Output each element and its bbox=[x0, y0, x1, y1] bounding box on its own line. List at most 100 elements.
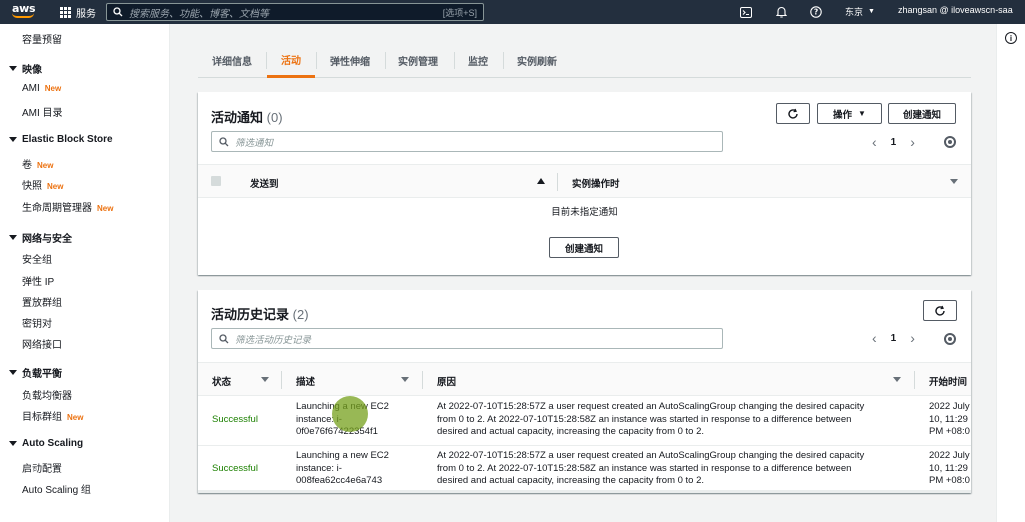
tab-automatic-scaling[interactable]: 弹性伸缩 bbox=[330, 44, 370, 76]
gear-icon[interactable] bbox=[944, 333, 956, 345]
column-header-status[interactable]: 状态 bbox=[212, 374, 231, 388]
tab-divider bbox=[503, 52, 504, 69]
sort-icon[interactable] bbox=[401, 377, 409, 382]
column-header-start-time[interactable]: 开始时间 bbox=[929, 374, 967, 388]
start-time-line: PM +08:0 bbox=[929, 475, 970, 486]
column-divider bbox=[281, 371, 282, 389]
tab-activity[interactable]: 活动 bbox=[267, 44, 315, 78]
description-line: instance: i- bbox=[296, 462, 342, 474]
start-time-line: 10, 11:29 bbox=[929, 413, 968, 425]
sidebar-item-key-pairs[interactable]: 密钥对 bbox=[22, 315, 52, 330]
chevron-left-icon[interactable]: ‹ bbox=[872, 134, 877, 150]
chevron-down-icon: ▼ bbox=[868, 8, 875, 15]
search-placeholder: 搜索服务、功能、博客、文档等 bbox=[129, 8, 269, 20]
sort-icon[interactable] bbox=[261, 377, 269, 382]
help-button[interactable]: ? bbox=[809, 5, 823, 19]
notifications-filter-input[interactable]: 筛选通知 bbox=[211, 131, 723, 152]
start-time-line: PM +08:0 bbox=[929, 426, 970, 437]
sidebar-item-label: 卷 bbox=[22, 160, 32, 171]
sidebar-group-ebs[interactable]: Elastic Block Store bbox=[9, 134, 113, 145]
description-line: Launching a new EC2 bbox=[296, 450, 389, 461]
sidebar-group-label: Auto Scaling bbox=[22, 438, 84, 449]
panel-title-text: 活动历史记录 bbox=[211, 307, 290, 322]
filter-placeholder: 筛选通知 bbox=[235, 137, 274, 149]
account-menu[interactable]: zhangsan @ iloveawscn-saa bbox=[898, 5, 1013, 15]
empty-state-text: 目前未指定通知 bbox=[551, 207, 618, 218]
tab-monitoring[interactable]: 监控 bbox=[468, 44, 488, 76]
sidebar-item-volumes[interactable]: 卷 New bbox=[22, 156, 53, 171]
sort-ascending-icon[interactable] bbox=[537, 178, 545, 184]
sidebar-item-network-interfaces[interactable]: 网络接口 bbox=[22, 336, 62, 351]
column-header-send-to[interactable]: 发送到 bbox=[250, 176, 279, 190]
panel-title: 活动历史记录 (2) bbox=[211, 304, 309, 323]
refresh-button[interactable] bbox=[923, 300, 957, 321]
page-number[interactable]: 1 bbox=[891, 137, 897, 148]
chevron-right-icon[interactable]: › bbox=[910, 134, 915, 150]
sidebar-item-ami[interactable]: AMI New bbox=[22, 83, 61, 94]
tab-instance-refresh[interactable]: 实例刷新 bbox=[517, 44, 557, 76]
info-panel-rail: i bbox=[996, 24, 1025, 522]
column-header-cause[interactable]: 原因 bbox=[437, 374, 456, 388]
sidebar-item-elastic-ip[interactable]: 弹性 IP bbox=[22, 273, 54, 288]
column-divider bbox=[422, 371, 423, 389]
info-icon[interactable]: i bbox=[1005, 32, 1017, 44]
cloudshell-button[interactable] bbox=[739, 5, 753, 19]
aws-logo[interactable]: aws bbox=[12, 3, 38, 21]
refresh-icon bbox=[935, 305, 945, 316]
sort-icon[interactable] bbox=[893, 377, 901, 382]
row-divider bbox=[198, 445, 971, 446]
sidebar-item-placement-groups[interactable]: 置放群组 bbox=[22, 294, 62, 309]
aws-logo-text: aws bbox=[12, 2, 36, 15]
sidebar-item-capacity-reservations[interactable]: 容量预留 bbox=[22, 31, 62, 46]
sidebar-item-security-groups[interactable]: 安全组 bbox=[22, 251, 52, 266]
sidebar-group-load-balancing[interactable]: 负载平衡 bbox=[9, 365, 62, 380]
history-filter-input[interactable]: 筛选活动历史记录 bbox=[211, 328, 723, 349]
global-search-input[interactable]: 搜索服务、功能、博客、文档等 [选项+S] bbox=[106, 3, 484, 21]
sidebar-group-images[interactable]: 映像 bbox=[9, 61, 42, 76]
sidebar-item-ami-catalog[interactable]: AMI 目录 bbox=[22, 104, 63, 119]
chevron-right-icon[interactable]: › bbox=[910, 330, 915, 346]
cause-cell: At 2022-07-10T15:28:57Z a user request c… bbox=[437, 450, 907, 488]
empty-create-notification-button[interactable]: 创建通知 bbox=[549, 237, 619, 258]
sidebar-group-auto-scaling[interactable]: Auto Scaling bbox=[9, 438, 83, 449]
column-divider bbox=[914, 371, 915, 389]
new-badge: New bbox=[44, 84, 62, 93]
page-number[interactable]: 1 bbox=[891, 333, 897, 344]
sidebar-item-load-balancers[interactable]: 负载均衡器 bbox=[22, 387, 72, 402]
horizontal-scrollbar[interactable] bbox=[198, 490, 971, 493]
services-label: 服务 bbox=[76, 9, 96, 20]
sidebar-group-network-security[interactable]: 网络与安全 bbox=[9, 230, 72, 245]
column-header-description[interactable]: 描述 bbox=[296, 374, 315, 388]
actions-dropdown-button[interactable]: 操作 ▼ bbox=[817, 103, 882, 124]
services-menu-button[interactable]: 服务 bbox=[60, 5, 96, 20]
sidebar-item-lifecycle-manager[interactable]: 生命周期管理器 New bbox=[22, 199, 113, 214]
cause-cell: At 2022-07-10T15:28:57Z a user request c… bbox=[437, 401, 907, 439]
create-notification-button[interactable]: 创建通知 bbox=[888, 103, 956, 124]
sidebar-item-target-groups[interactable]: 目标群组 New bbox=[22, 408, 83, 423]
top-navigation-bar: aws 服务 搜索服务、功能、博客、文档等 [选项+S] ? 东京 ▼ zhan… bbox=[0, 0, 1025, 24]
tab-details[interactable]: 详细信息 bbox=[212, 44, 252, 76]
tab-divider bbox=[454, 52, 455, 69]
refresh-button[interactable] bbox=[776, 103, 810, 124]
gear-icon[interactable] bbox=[944, 136, 956, 148]
search-icon bbox=[219, 136, 229, 146]
select-all-checkbox[interactable] bbox=[211, 176, 221, 186]
tab-instance-management[interactable]: 实例管理 bbox=[398, 44, 438, 76]
sort-icon[interactable] bbox=[950, 179, 958, 184]
cause-line: from 0 to 2. At 2022-07-10T15:28:58Z an … bbox=[437, 462, 852, 474]
region-selector[interactable]: 东京 ▼ bbox=[845, 5, 875, 18]
notifications-table-header: 发送到 实例操作时 bbox=[198, 164, 971, 198]
flowplayer-watermark: flowplayer bbox=[30, 467, 98, 482]
column-header-lifecycle-transition[interactable]: 实例操作时 bbox=[572, 176, 620, 190]
sidebar-item-snapshots[interactable]: 快照 New bbox=[22, 177, 63, 192]
chevron-left-icon[interactable]: ‹ bbox=[872, 330, 877, 346]
sidebar-item-auto-scaling-groups[interactable]: Auto Scaling 组 bbox=[22, 481, 91, 496]
pagination: ‹ 1 › bbox=[872, 134, 915, 150]
tab-divider bbox=[385, 52, 386, 69]
notifications-button[interactable] bbox=[774, 5, 788, 19]
description-cell: Launching a new EC2 instance: i- 008fea6… bbox=[296, 450, 416, 488]
panel-title: 活动通知 (0) bbox=[211, 107, 283, 126]
activity-history-panel: 活动历史记录 (2) 筛选活动历史记录 ‹ 1 › 状态 描述 原因 开始时间 … bbox=[198, 290, 971, 493]
start-time-cell: 2022 July 10, 11:29 PM +08:0 bbox=[929, 401, 970, 439]
sidebar-item-label: 生命周期管理器 bbox=[22, 203, 92, 214]
